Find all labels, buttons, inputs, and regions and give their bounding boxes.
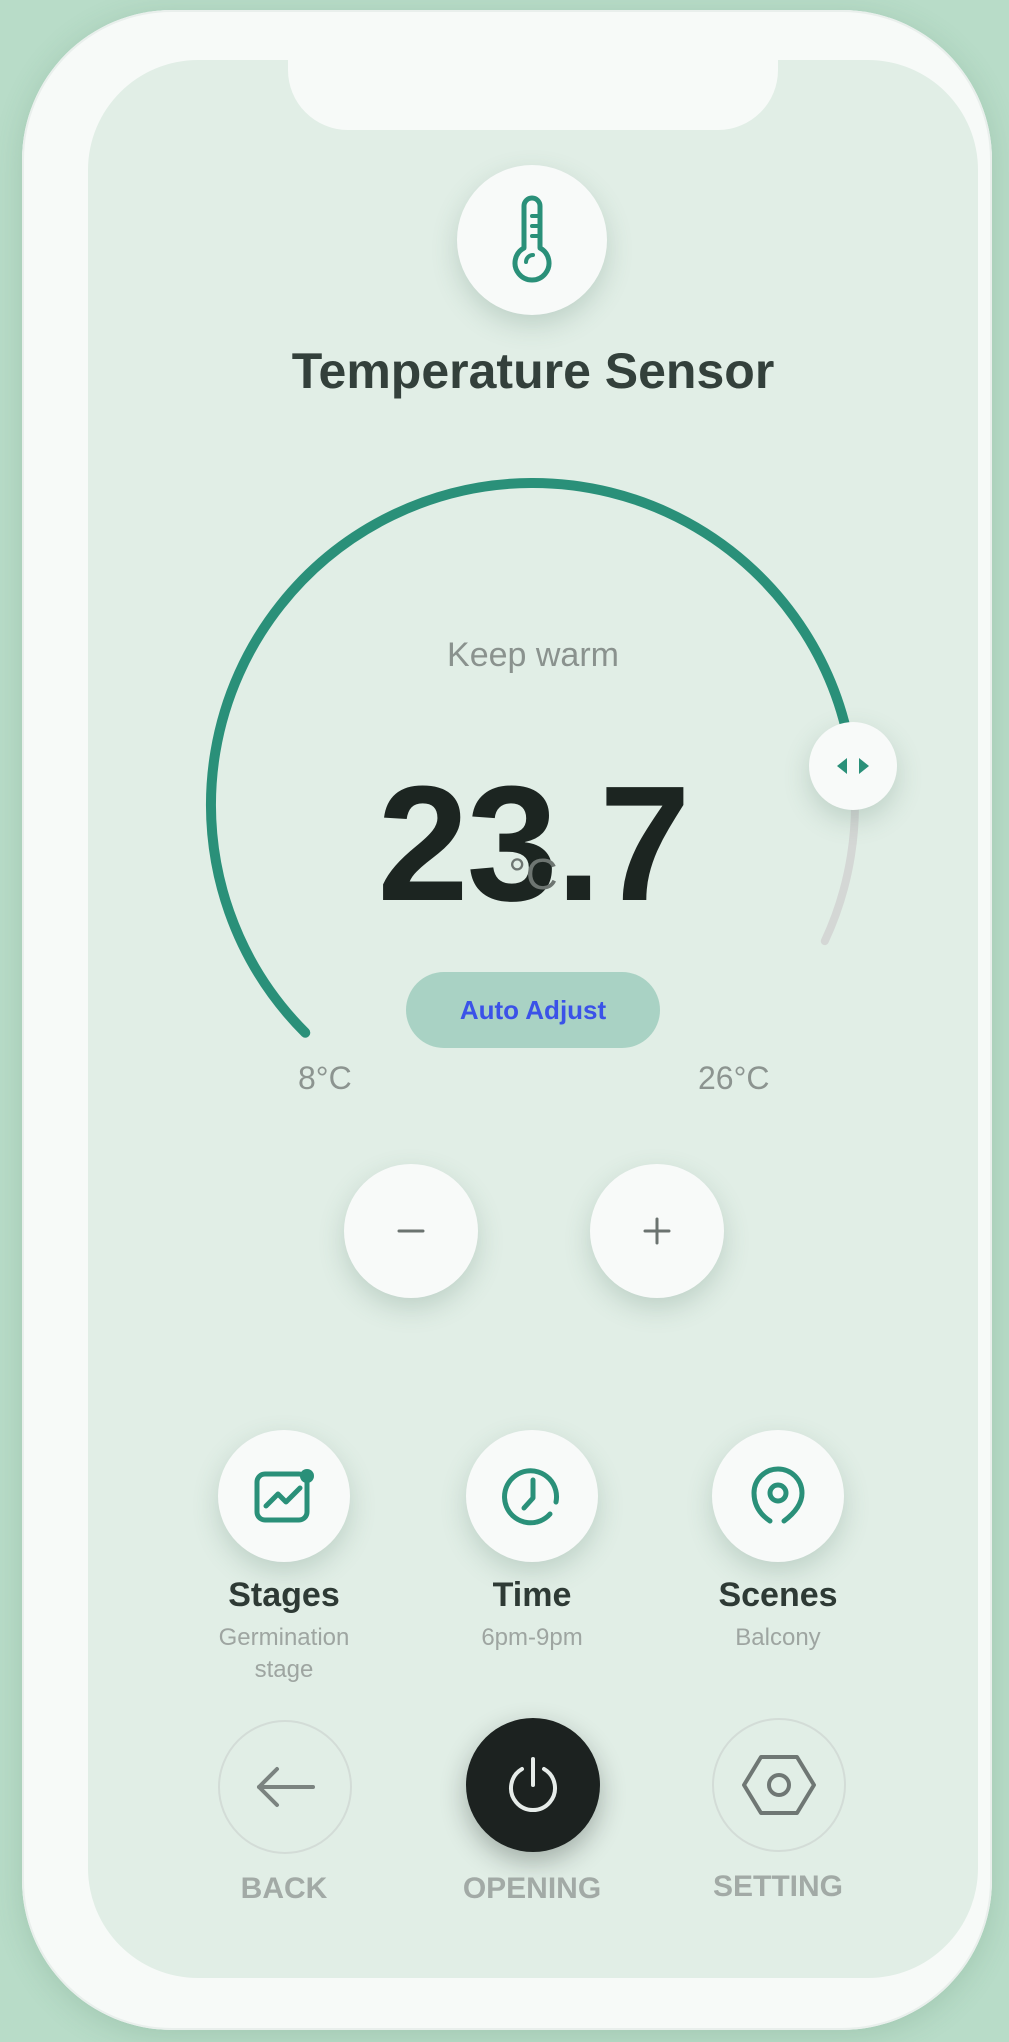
power-button[interactable] xyxy=(466,1718,600,1852)
location-pin-icon xyxy=(751,1466,805,1524)
scenes-subtitle: Balcony xyxy=(735,1624,821,1651)
decrease-button[interactable] xyxy=(344,1164,478,1298)
clock-icon xyxy=(502,1468,560,1526)
min-temp-label: 8°C xyxy=(298,1060,352,1096)
time-subtitle: 6pm-9pm xyxy=(481,1624,583,1651)
temperature-unit: °C xyxy=(508,850,558,899)
minus-icon xyxy=(397,1229,425,1233)
stages-title: Stages xyxy=(228,1576,340,1614)
increase-button[interactable] xyxy=(590,1164,724,1298)
setting-button[interactable] xyxy=(712,1718,846,1852)
arrow-left-icon xyxy=(257,1767,315,1807)
time-button[interactable] xyxy=(466,1430,598,1562)
max-temp-label: 26°C xyxy=(698,1060,770,1096)
scenes-title: Scenes xyxy=(718,1576,838,1614)
scenes-button[interactable] xyxy=(712,1430,844,1562)
hexagon-nut-icon xyxy=(742,1755,816,1815)
auto-adjust-button[interactable]: Auto Adjust xyxy=(406,972,660,1048)
plus-icon xyxy=(643,1217,671,1245)
opening-label: OPENING xyxy=(462,1872,602,1905)
stages-subtitle: Germination stage xyxy=(218,1624,350,1683)
power-icon xyxy=(509,1757,557,1813)
back-button[interactable] xyxy=(218,1720,352,1854)
time-title: Time xyxy=(492,1576,572,1614)
stages-button[interactable] xyxy=(218,1430,350,1562)
temperature-value: 23.7 xyxy=(377,752,690,935)
app-screen: Temperature Sensor Keep warm 23.7 °C Aut… xyxy=(88,60,978,1978)
mode-label: Keep warm xyxy=(447,636,619,674)
back-label: BACK xyxy=(240,1872,328,1905)
setting-label: SETTING xyxy=(712,1870,843,1903)
chart-icon xyxy=(254,1469,314,1523)
